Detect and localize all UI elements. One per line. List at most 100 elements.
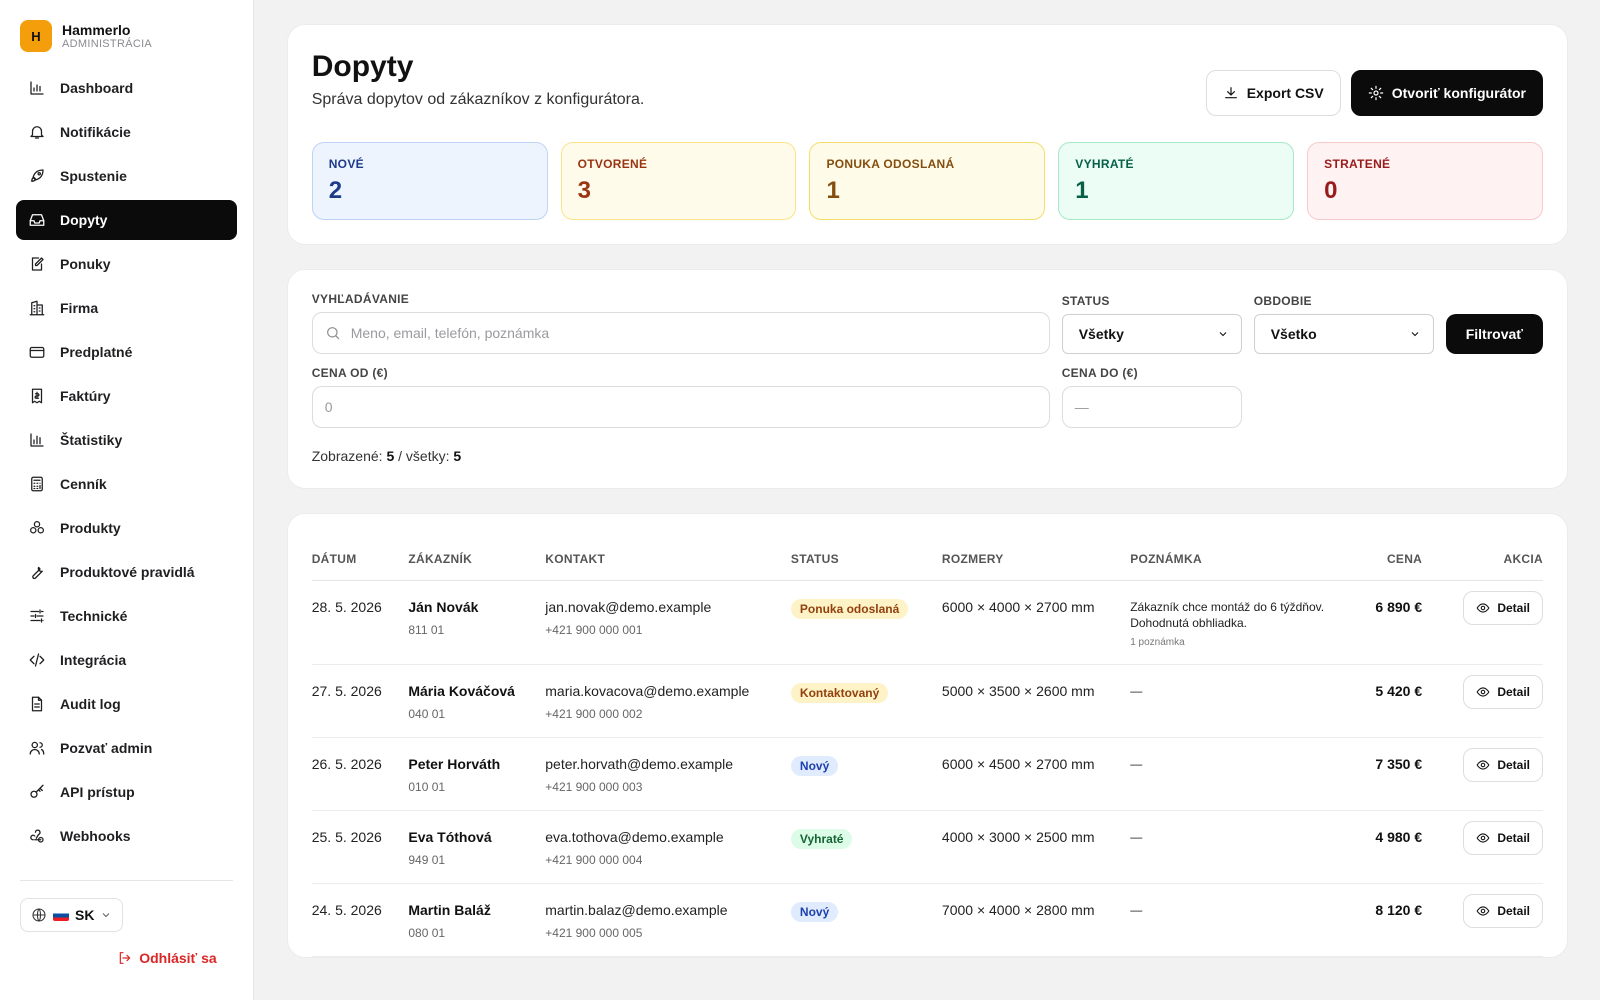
bell-icon — [30, 126, 44, 139]
sidebar-item-dopyty[interactable]: Dopyty — [16, 200, 237, 240]
sidebar-item-pozva-admin[interactable]: Pozvať admin — [16, 728, 237, 768]
stat-card[interactable]: VYHRATÉ 1 — [1058, 142, 1295, 220]
brand-logo: H — [20, 20, 52, 52]
eye-icon — [1476, 603, 1490, 613]
sidebar-item-label: Produkty — [60, 520, 121, 536]
contact-email[interactable]: maria.kovacova@demo.example — [545, 683, 791, 699]
status-badge: Vyhraté — [790, 829, 853, 849]
detail-button[interactable]: Detail — [1463, 675, 1543, 709]
sliders-icon — [30, 609, 44, 623]
sidebar-item-notifik-cie[interactable]: Notifikácie — [16, 112, 237, 152]
inbox-icon — [29, 214, 45, 226]
sidebar-item-label: Firma — [60, 300, 99, 316]
open-configurator-label: Otvoriť konfigurátor — [1391, 85, 1526, 101]
stat-label: NOVÉ — [328, 157, 364, 171]
sidebar-item-webhooks[interactable]: Webhooks — [16, 816, 237, 856]
sidebar-item-ponuky[interactable]: Ponuky — [16, 244, 237, 284]
contact-email[interactable]: eva.tothova@demo.example — [545, 829, 791, 845]
table-row: 24. 5. 2026 Martin Baláž 080 01 martin.bala… — [311, 883, 1543, 957]
stat-card[interactable]: PONUKA ODOSLANÁ 1 — [809, 142, 1046, 220]
chevron-down-icon — [1219, 332, 1227, 337]
column-header: CENA — [1341, 538, 1423, 581]
eye-icon — [1476, 833, 1490, 843]
stat-value: 2 — [328, 177, 343, 204]
price-from-input[interactable]: 0 — [311, 386, 1050, 428]
column-header: ZÁKAZNÍK — [408, 538, 546, 581]
sidebar-item-predplatn[interactable]: Predplatné — [16, 332, 237, 372]
status-badge: Ponuka odoslaná — [790, 599, 909, 619]
sidebar-item-label: Ponuky — [60, 256, 111, 272]
language-switcher[interactable]: SK — [20, 898, 124, 932]
contact-phone: +421 900 000 003 — [545, 780, 643, 794]
sidebar-item-label: Produktové pravidlá — [60, 564, 195, 580]
contact-email[interactable]: peter.horvath@demo.example — [545, 756, 791, 772]
column-header: STATUS — [790, 538, 942, 581]
filter-button[interactable]: Filtrovať — [1445, 314, 1543, 354]
stat-card[interactable]: OTVORENÉ 3 — [560, 142, 797, 220]
search-icon — [326, 327, 340, 340]
chevron-down-icon — [1411, 332, 1419, 337]
status-filter-label: STATUS — [1061, 294, 1110, 308]
sidebar-item-label: API prístup — [60, 784, 135, 800]
price-to-input[interactable]: — — [1061, 386, 1242, 428]
sidebar-item-fakt-ry[interactable]: Faktúry — [16, 376, 237, 416]
sidebar-item-technick[interactable]: Technické — [16, 596, 237, 636]
total-value: 5 — [453, 448, 462, 464]
search-input[interactable]: Meno, email, telefón, poznámka — [311, 312, 1050, 354]
detail-button[interactable]: Detail — [1463, 821, 1543, 855]
wrench-icon — [32, 566, 43, 580]
detail-button[interactable]: Detail — [1463, 894, 1543, 928]
sidebar-item-cenn-k[interactable]: Cenník — [16, 464, 237, 504]
contact-phone: +421 900 000 004 — [545, 853, 643, 867]
sidebar-item-tatistiky[interactable]: Štatistiky — [16, 420, 237, 460]
sidebar-item-integr-cia[interactable]: Integrácia — [16, 640, 237, 680]
contact-email[interactable]: martin.balaz@demo.example — [545, 902, 791, 918]
customer-zip: 811 01 — [408, 623, 445, 637]
logout-icon — [119, 952, 131, 964]
detail-label: Detail — [1497, 904, 1530, 918]
column-header: POZNÁMKA — [1130, 538, 1342, 581]
row-date: 24. 5. 2026 — [311, 883, 409, 957]
period-select[interactable]: Všetko — [1253, 314, 1434, 354]
sidebar-item-label: Štatistiky — [60, 432, 123, 448]
row-dimensions: 4000 × 3000 × 2500 mm — [941, 810, 1131, 884]
sidebar-item-api-pr-stup[interactable]: API prístup — [16, 772, 237, 812]
row-price: 7 350 € — [1375, 756, 1423, 772]
brand-name: Hammerlo — [62, 22, 131, 38]
stat-card[interactable]: NOVÉ 2 — [311, 142, 548, 220]
eye-icon — [1476, 760, 1490, 770]
stat-value: 3 — [577, 177, 591, 204]
column-header: DÁTUM — [311, 538, 409, 581]
detail-label: Detail — [1497, 758, 1530, 772]
contact-email[interactable]: jan.novak@demo.example — [545, 599, 791, 615]
customer-name: Ján Novák — [408, 599, 479, 615]
sidebar-item-label: Technické — [60, 608, 128, 624]
status-select[interactable]: Všetky — [1061, 314, 1242, 354]
search-placeholder: Meno, email, telefón, poznámka — [350, 325, 550, 341]
sidebar-item-produktov-pravidl[interactable]: Produktové pravidlá — [16, 552, 237, 592]
logout-link[interactable]: Odhlásiť sa — [117, 950, 217, 966]
result-count: Zobrazené: 5 / všetky: 5 — [312, 448, 1543, 464]
customer-name: Mária Kováčová — [408, 683, 515, 699]
stat-card[interactable]: STRATENÉ 0 — [1307, 142, 1544, 220]
price-to-placeholder: — — [1074, 399, 1089, 415]
invoice-icon — [31, 388, 43, 404]
sidebar-item-label: Cenník — [60, 476, 107, 492]
open-configurator-button[interactable]: Otvoriť konfigurátor — [1350, 70, 1543, 116]
table-row: 27. 5. 2026 Mária Kováčová 040 01 maria.kov… — [311, 664, 1543, 738]
sidebar-item-audit-log[interactable]: Audit log — [16, 684, 237, 724]
sidebar-item-dashboard[interactable]: Dashboard — [16, 68, 237, 108]
detail-button[interactable]: Detail — [1463, 591, 1543, 625]
export-csv-button[interactable]: Export CSV — [1205, 70, 1341, 116]
stat-label: PONUKA ODOSLANÁ — [826, 157, 955, 171]
row-price: 4 980 € — [1375, 829, 1423, 845]
edit-document-icon — [31, 257, 44, 271]
row-price: 8 120 € — [1375, 902, 1423, 918]
rocket-icon — [31, 169, 44, 182]
sidebar-item-produkty[interactable]: Produkty — [16, 508, 237, 548]
sidebar-item-label: Dopyty — [60, 212, 108, 228]
sidebar-item-firma[interactable]: Firma — [16, 288, 237, 328]
detail-button[interactable]: Detail — [1463, 748, 1543, 782]
row-date: 28. 5. 2026 — [311, 580, 409, 665]
sidebar-item-spustenie[interactable]: Spustenie — [16, 156, 237, 196]
